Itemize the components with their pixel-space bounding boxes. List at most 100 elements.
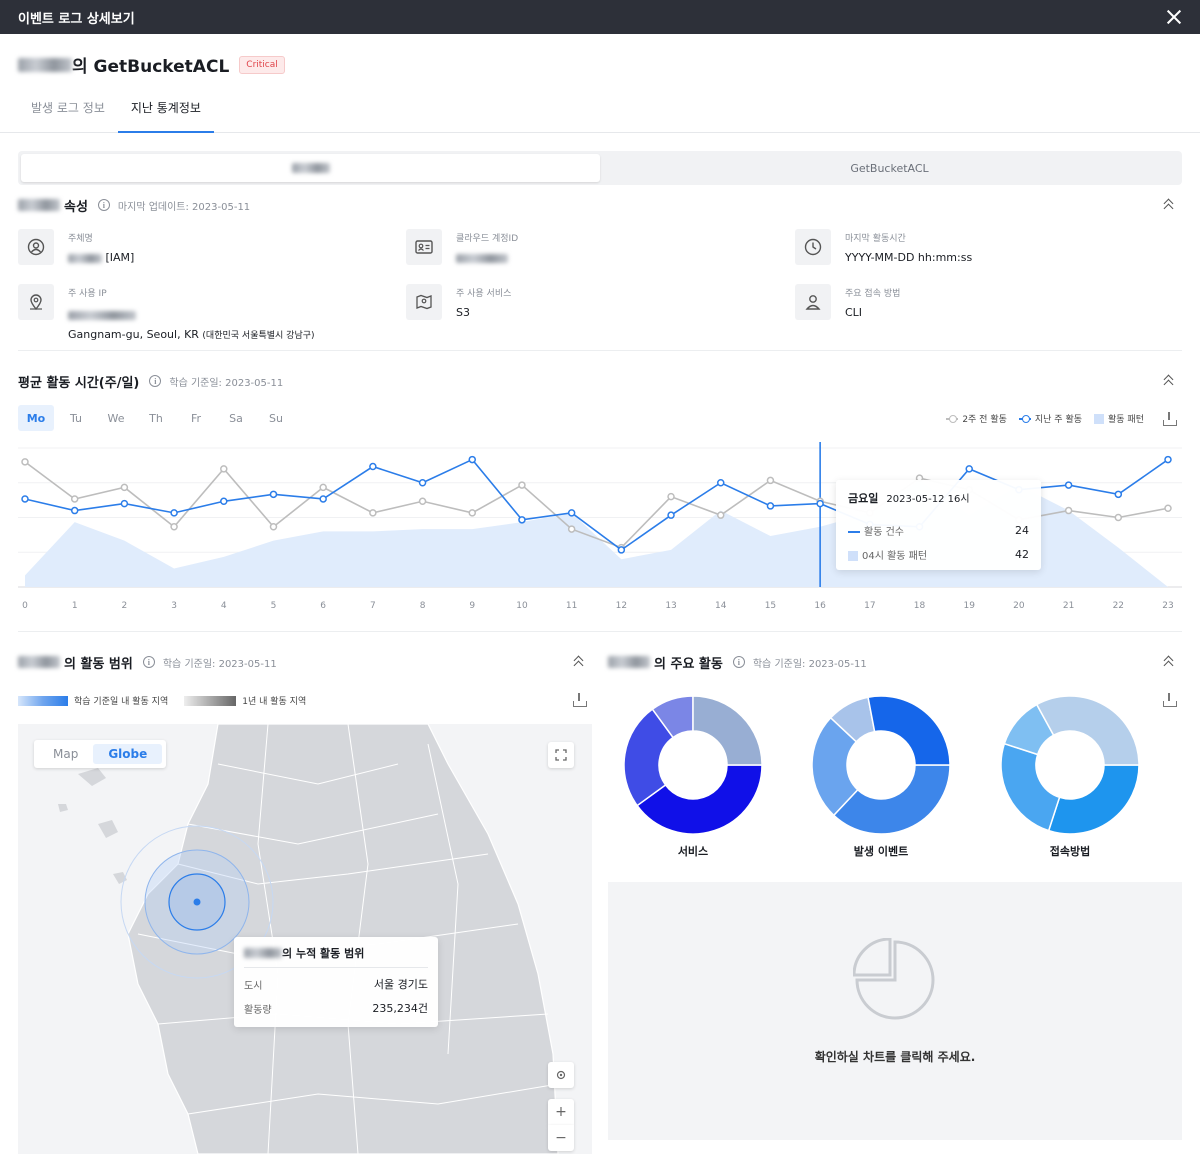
day-sa[interactable]: Sa bbox=[218, 405, 254, 431]
day-we[interactable]: We bbox=[98, 405, 134, 431]
donut-slice[interactable] bbox=[692, 695, 763, 766]
map-tooltip-title: 의 누적 활동 범위 bbox=[244, 945, 428, 968]
legend-pattern[interactable]: 활동 패턴 bbox=[1094, 412, 1144, 425]
zoom-out-icon[interactable]: − bbox=[548, 1125, 574, 1151]
legend-two-weeks[interactable]: 2주 전 활동 bbox=[946, 412, 1007, 425]
day-th[interactable]: Th bbox=[138, 405, 174, 431]
scope-learned: 학습 기준일: 2023-05-11 bbox=[162, 658, 277, 670]
day-tu[interactable]: Tu bbox=[58, 405, 94, 431]
map-tab-map[interactable]: Map bbox=[38, 744, 93, 764]
series-two-weeks-point bbox=[716, 511, 725, 519]
donut-slice[interactable] bbox=[1047, 764, 1140, 835]
attr-value: YYYY-MM-DD hh:mm:ss bbox=[845, 251, 973, 264]
x-tick-label: 16 bbox=[814, 601, 826, 611]
attr-main-ip: 주 사용 IP Gangnam-gu, Seoul, KR (대한민국 서울특별… bbox=[18, 284, 315, 341]
attr-value-text: [IAM] bbox=[105, 251, 135, 264]
donut-slice[interactable] bbox=[1035, 695, 1140, 766]
attr-cloud-account: 클라우드 계정ID bbox=[406, 229, 518, 265]
collapse-chevron-icon[interactable] bbox=[1162, 198, 1176, 212]
series-two-weeks-point bbox=[120, 483, 129, 492]
attributes-updated: 마지막 업데이트: 2023-05-11 bbox=[117, 201, 251, 213]
collapse-chevron-icon[interactable] bbox=[1162, 374, 1176, 388]
segment-user[interactable] bbox=[21, 154, 600, 182]
attr-value: S3 bbox=[456, 306, 470, 319]
series-last-week-point bbox=[21, 495, 29, 503]
tooltip-label: 활동 건수 bbox=[848, 523, 904, 538]
series-last-week-point bbox=[716, 479, 725, 487]
download-icon[interactable] bbox=[1162, 412, 1177, 426]
x-tick-label: 12 bbox=[616, 601, 627, 611]
series-two-weeks-point bbox=[766, 476, 775, 485]
map-tab-globe[interactable]: Globe bbox=[93, 744, 163, 764]
x-tick-label: 13 bbox=[665, 601, 676, 611]
redacted-value bbox=[456, 253, 508, 263]
map-tooltip: 의 누적 활동 범위 도시 서울 경기도 활동량 235,234건 bbox=[234, 937, 438, 1027]
x-tick-label: 20 bbox=[1013, 601, 1025, 611]
scope-title: 의 활동 범위 i bbox=[18, 653, 155, 672]
series-two-weeks-point bbox=[1114, 513, 1123, 522]
series-last-week-point bbox=[418, 479, 427, 487]
series-last-week-point bbox=[369, 462, 377, 471]
redacted-user-name bbox=[18, 199, 60, 211]
map-tooltip-row: 활동량 235,234건 bbox=[244, 996, 428, 1020]
id-card-icon bbox=[406, 229, 442, 265]
x-tick-label: 17 bbox=[864, 601, 875, 611]
series-last-week-point bbox=[220, 497, 228, 506]
attr-principal: 주체명 [IAM] bbox=[18, 229, 134, 265]
info-icon[interactable]: i bbox=[97, 199, 110, 211]
placeholder-message: 확인하실 차트를 클릭해 주세요. bbox=[814, 1050, 976, 1064]
donut-label-service: 서비스 bbox=[677, 845, 709, 858]
fullscreen-icon[interactable] bbox=[548, 742, 574, 768]
series-last-week-point bbox=[170, 509, 178, 517]
legend-last-week[interactable]: 지난 주 활동 bbox=[1018, 412, 1083, 425]
download-icon[interactable] bbox=[572, 693, 587, 707]
zoom-in-icon[interactable]: + bbox=[548, 1099, 574, 1125]
info-icon[interactable]: i bbox=[149, 375, 162, 387]
collapse-chevron-icon[interactable] bbox=[1162, 655, 1176, 669]
donut-slice[interactable] bbox=[832, 764, 951, 835]
tooltip-label: 04시 활동 패턴 bbox=[848, 547, 927, 562]
tab-log-info[interactable]: 발생 로그 정보 bbox=[18, 99, 118, 133]
series-two-weeks-point bbox=[269, 523, 278, 531]
tab-past-stats[interactable]: 지난 통계정보 bbox=[117, 99, 214, 133]
donut-slice[interactable] bbox=[1000, 742, 1061, 832]
series-last-week-point bbox=[518, 516, 526, 524]
day-mo[interactable]: Mo bbox=[18, 405, 54, 431]
attr-access-method: 주요 접속 방법 CLI bbox=[795, 284, 900, 320]
collapse-chevron-icon[interactable] bbox=[572, 655, 586, 669]
series-last-week-point bbox=[468, 455, 477, 464]
segment-event[interactable]: GetBucketACL bbox=[600, 154, 1179, 182]
x-tick-label: 5 bbox=[271, 601, 277, 611]
series-two-weeks-point bbox=[319, 483, 327, 492]
day-su[interactable]: Su bbox=[258, 405, 294, 431]
x-tick-label: 23 bbox=[1162, 601, 1173, 611]
close-icon[interactable] bbox=[1164, 7, 1184, 27]
activity-map[interactable]: Map Globe + − 의 누적 활동 범위 도시 서울 경기도 활동량 235… bbox=[18, 724, 592, 1154]
series-two-weeks-point bbox=[220, 465, 228, 473]
attr-label: 주 사용 서비스 bbox=[456, 289, 512, 299]
chart-placeholder: 확인하실 차트를 클릭해 주세요. bbox=[608, 882, 1182, 1140]
series-two-weeks-point bbox=[21, 458, 29, 466]
x-tick-label: 19 bbox=[963, 601, 975, 611]
series-last-week-point bbox=[617, 546, 626, 554]
tooltip-title: 금요일 2023-05-12 16시 bbox=[848, 490, 1029, 506]
legend-label: 지난 주 활동 bbox=[1034, 415, 1083, 425]
tooltip-label-text: 04시 활동 패턴 bbox=[862, 550, 928, 562]
info-icon[interactable]: i bbox=[732, 656, 745, 668]
series-last-week-point bbox=[120, 499, 129, 508]
locate-icon[interactable] bbox=[548, 1062, 574, 1088]
x-tick-label: 22 bbox=[1113, 601, 1124, 611]
donut-slice[interactable] bbox=[867, 695, 951, 766]
x-tick-label: 7 bbox=[370, 601, 376, 611]
redacted-user-name bbox=[608, 656, 650, 668]
series-two-weeks-point bbox=[170, 523, 178, 531]
donut-charts[interactable] bbox=[608, 692, 1182, 842]
pie-chart-icon bbox=[853, 938, 935, 1020]
info-icon[interactable]: i bbox=[142, 656, 155, 668]
day-fr[interactable]: Fr bbox=[178, 405, 214, 431]
activity-time-title-text: 평균 활동 시간(주/일) bbox=[18, 375, 140, 391]
series-two-weeks-point bbox=[369, 509, 377, 517]
activity-time-header: 평균 활동 시간(주/일) i 학습 기준일: 2023-05-11 bbox=[0, 371, 301, 391]
x-tick-label: 3 bbox=[171, 601, 177, 611]
series-two-weeks-point bbox=[567, 525, 576, 533]
